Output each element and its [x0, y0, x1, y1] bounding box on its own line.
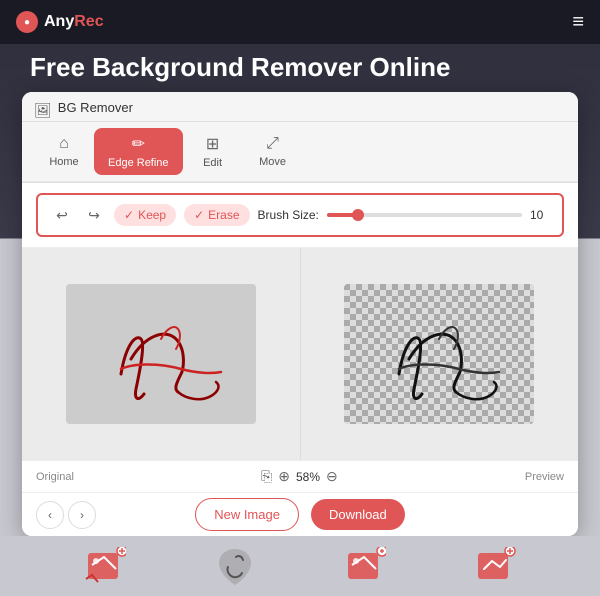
logo-area: ● AnyRec: [16, 11, 104, 33]
bottom-features-area: [0, 536, 600, 596]
redo-button[interactable]: ↪: [82, 203, 106, 227]
erase-button[interactable]: ✓ Erase: [184, 204, 249, 226]
preview-panel: [300, 248, 579, 460]
preview-label: Preview: [525, 471, 564, 483]
tab-move[interactable]: ⤢ Move: [243, 129, 303, 174]
move-icon: ⤢: [266, 135, 279, 153]
zoom-controls: ⎘ ⊕ 58% ⊖: [261, 468, 338, 485]
brush-size-slider[interactable]: [327, 213, 522, 217]
new-image-button[interactable]: New Image: [195, 498, 299, 531]
copy-icon[interactable]: ⎘: [261, 468, 272, 485]
tabs-section: 🖼 BG Remover ⌂ Home ✏ Edge Refine ⊞ Edit: [22, 92, 578, 183]
bottom-actions-bar: ‹ › New Image Download: [22, 492, 578, 536]
preview-signature-svg: [344, 284, 534, 424]
tab-move-label: Move: [259, 156, 286, 168]
erase-checkmark-icon: ✓: [194, 208, 204, 222]
card-header: 🖼 BG Remover: [22, 92, 578, 122]
brush-slider-container: [327, 213, 522, 217]
page-title: Free Background Remover Online: [30, 52, 450, 83]
tab-home-label: Home: [49, 156, 78, 168]
home-icon: ⌂: [59, 135, 69, 153]
original-signature-svg: [66, 284, 256, 424]
original-panel: [22, 248, 300, 460]
undo-button[interactable]: ↩: [50, 203, 74, 227]
logo-text: AnyRec: [44, 13, 104, 31]
nav-buttons-group: ‹ ›: [36, 501, 96, 529]
keep-checkmark-icon: ✓: [124, 208, 134, 222]
brush-toolbar: ↩ ↪ ✓ Keep ✓ Erase Brush Size: 10: [36, 193, 564, 237]
main-card: 🖼 BG Remover ⌂ Home ✏ Edge Refine ⊞ Edit: [22, 92, 578, 536]
tab-edge-refine[interactable]: ✏ Edge Refine: [94, 128, 183, 175]
feature-icon-1: [84, 547, 126, 585]
zoom-value: 58%: [296, 470, 320, 484]
tab-home[interactable]: ⌂ Home: [34, 129, 94, 174]
next-button[interactable]: ›: [68, 501, 96, 529]
tab-edge-refine-label: Edge Refine: [108, 157, 169, 169]
download-button[interactable]: Download: [311, 499, 405, 530]
original-label: Original: [36, 471, 74, 483]
feature-icon-3: [344, 547, 386, 585]
edit-icon: ⊞: [206, 134, 219, 154]
prev-button[interactable]: ‹: [36, 501, 64, 529]
brush-toolbar-section: ↩ ↪ ✓ Keep ✓ Erase Brush Size: 10: [22, 183, 578, 248]
toolbar-tabs: ⌂ Home ✏ Edge Refine ⊞ Edit ⤢ Move: [22, 122, 578, 182]
brush-slider-thumb[interactable]: [352, 209, 364, 221]
keep-button[interactable]: ✓ Keep: [114, 204, 176, 226]
bottom-status-bar: Original ⎘ ⊕ 58% ⊖ Preview: [22, 460, 578, 492]
feature-icon-2: [214, 547, 256, 585]
canvas-section: [22, 248, 578, 460]
tab-edit-label: Edit: [203, 157, 222, 169]
page-background: ● AnyRec ≡ Free Background Remover Onlin…: [0, 0, 600, 596]
edge-refine-icon: ✏: [132, 134, 145, 154]
tab-edit[interactable]: ⊞ Edit: [183, 128, 243, 175]
preview-image-frame: [344, 284, 534, 424]
bg-remover-icon: 🖼: [34, 102, 52, 119]
hamburger-icon[interactable]: ≡: [572, 11, 584, 34]
erase-label: Erase: [208, 208, 239, 222]
logo-icon: ●: [16, 11, 38, 33]
original-image-frame: [66, 284, 256, 424]
top-nav: ● AnyRec ≡: [0, 0, 600, 44]
keep-label: Keep: [138, 208, 166, 222]
brush-size-value: 10: [530, 208, 550, 222]
card-header-title: BG Remover: [58, 100, 133, 121]
zoom-in-icon[interactable]: ⊕: [278, 468, 290, 485]
feature-icon-4: [474, 547, 516, 585]
zoom-out-icon[interactable]: ⊖: [326, 468, 338, 485]
brush-size-label: Brush Size:: [258, 208, 319, 222]
